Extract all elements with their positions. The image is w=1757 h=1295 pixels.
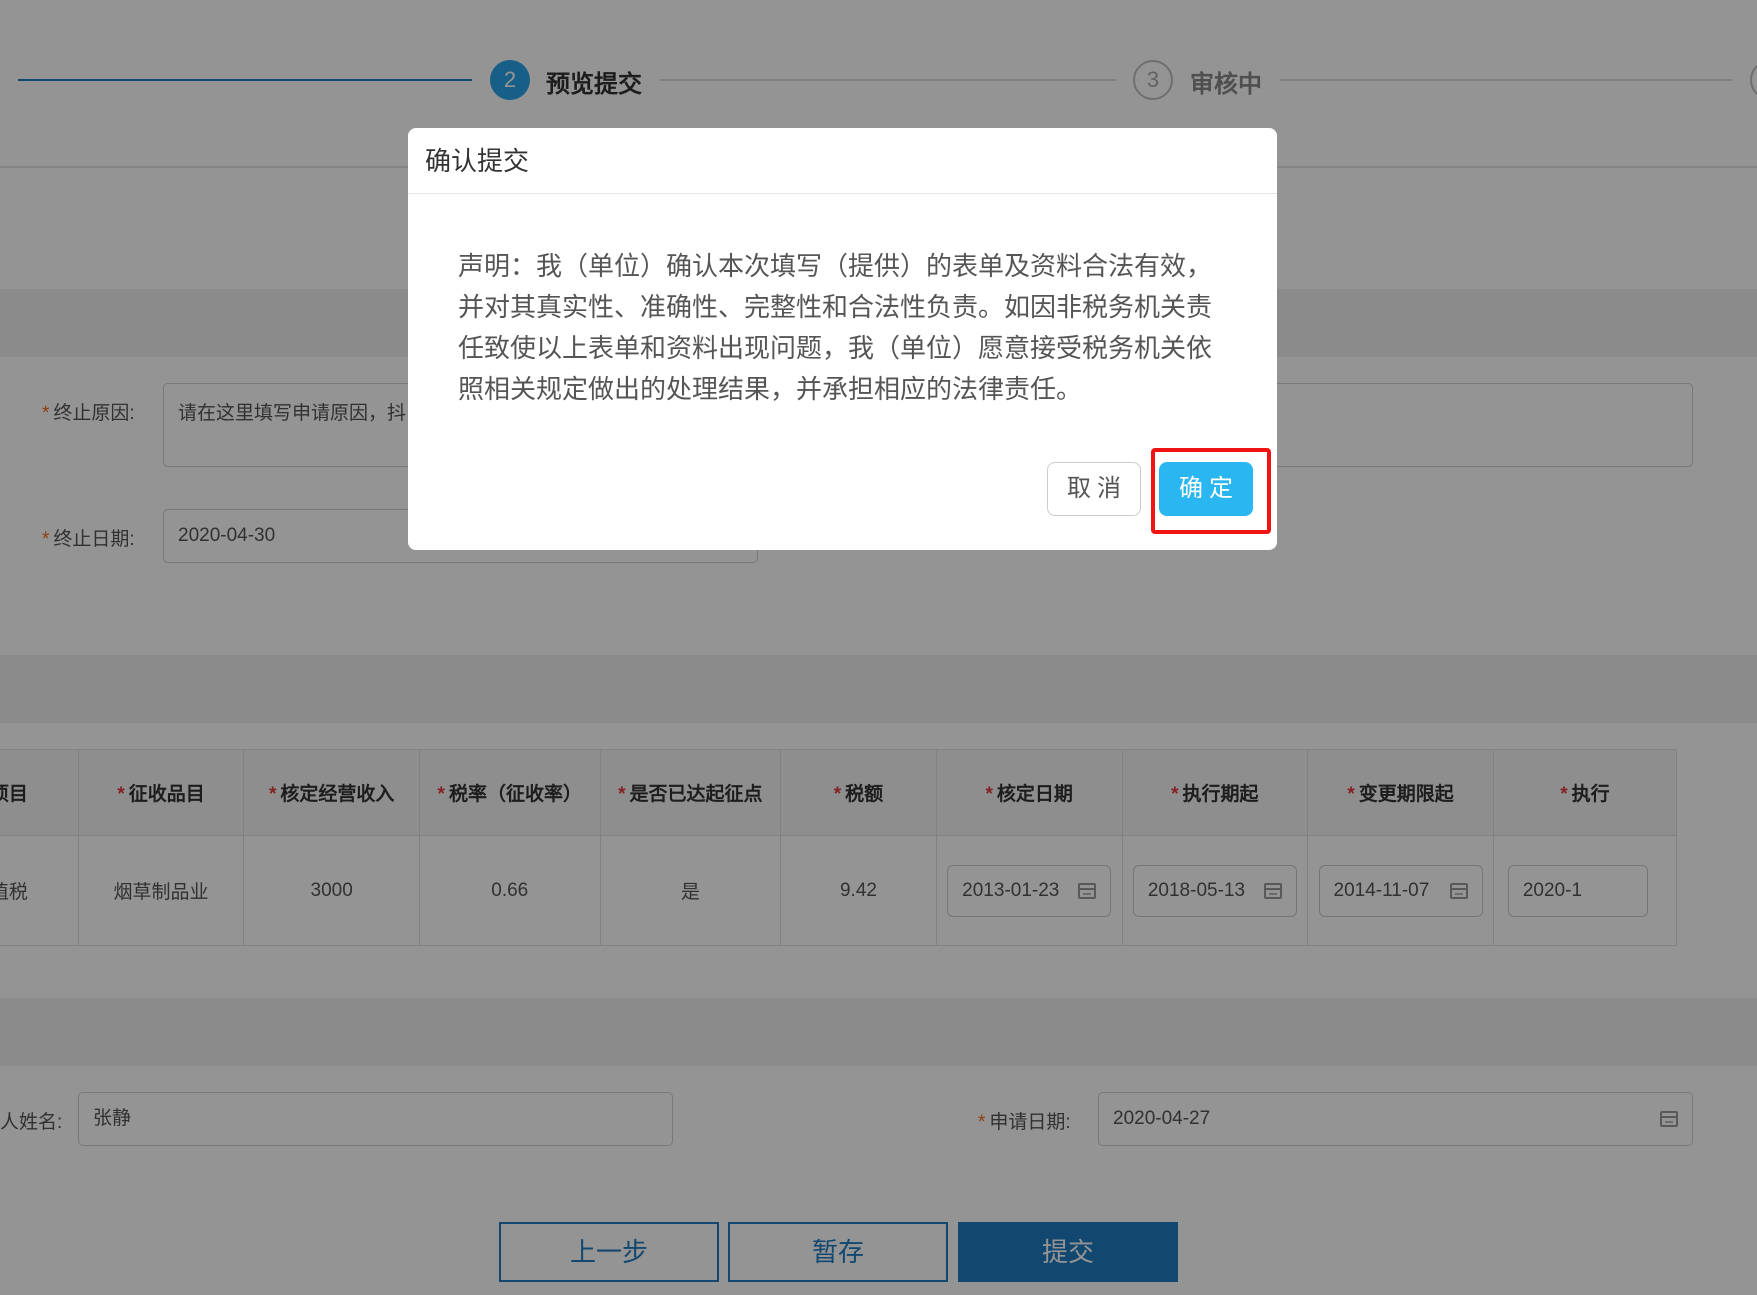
highlight-box: [1151, 448, 1271, 534]
dialog-title: 确认提交: [408, 128, 1277, 194]
confirm-dialog: 确认提交 声明：我（单位）确认本次填写（提供）的表单及资料合法有效，并对其真实性…: [408, 128, 1277, 550]
dialog-body: 声明：我（单位）确认本次填写（提供）的表单及资料合法有效，并对其真实性、准确性、…: [458, 251, 1213, 404]
cancel-button[interactable]: 取消: [1047, 462, 1141, 516]
